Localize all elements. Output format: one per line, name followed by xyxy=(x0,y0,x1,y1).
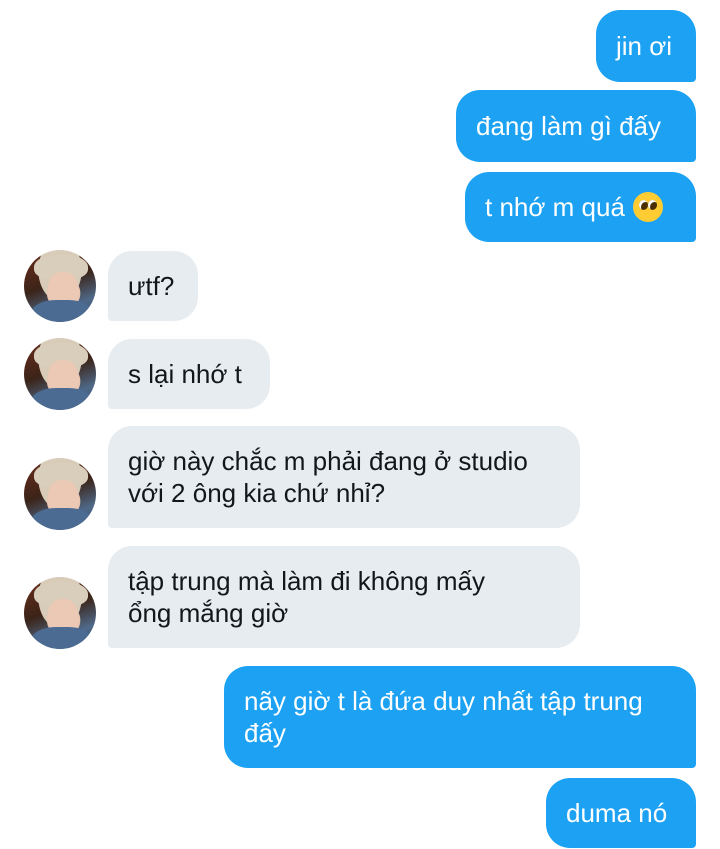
message-text: t nhớ m quá xyxy=(485,192,625,222)
message-bubble-sent[interactable]: nãy giờ t là đứa duy nhất tập trung đấy xyxy=(224,666,696,768)
message-text: jin ơi xyxy=(616,31,673,61)
message-bubble-sent[interactable]: t nhớ m quá xyxy=(465,172,696,242)
message-bubble-sent[interactable]: duma nó xyxy=(546,778,696,848)
message-bubble-received[interactable]: giờ này chắc m phải đang ở studio với 2 … xyxy=(108,426,580,528)
message-text: đang làm gì đấy xyxy=(476,111,662,141)
avatar[interactable] xyxy=(24,338,96,410)
pleading-face-icon xyxy=(632,192,663,222)
message-bubble-received[interactable]: ưtf? xyxy=(108,251,198,321)
message-text: ưtf? xyxy=(128,271,175,301)
message-text: duma nó xyxy=(566,798,668,828)
message-text: giờ này chắc m phải đang ở studio với 2 … xyxy=(128,446,528,508)
message-bubble-received[interactable]: tập trung mà làm đi không mấy ổng mắng g… xyxy=(108,546,580,648)
message-bubble-sent[interactable]: jin ơi xyxy=(596,10,696,82)
avatar[interactable] xyxy=(24,250,96,322)
message-text: tập trung mà làm đi không mấy ổng mắng g… xyxy=(128,566,485,628)
avatar[interactable] xyxy=(24,458,96,530)
message-bubble-received[interactable]: s lại nhớ t xyxy=(108,339,270,409)
message-text: nãy giờ t là đứa duy nhất tập trung đấy xyxy=(244,686,643,748)
message-text: s lại nhớ t xyxy=(128,359,242,389)
message-bubble-sent[interactable]: đang làm gì đấy xyxy=(456,90,696,162)
avatar[interactable] xyxy=(24,577,96,649)
